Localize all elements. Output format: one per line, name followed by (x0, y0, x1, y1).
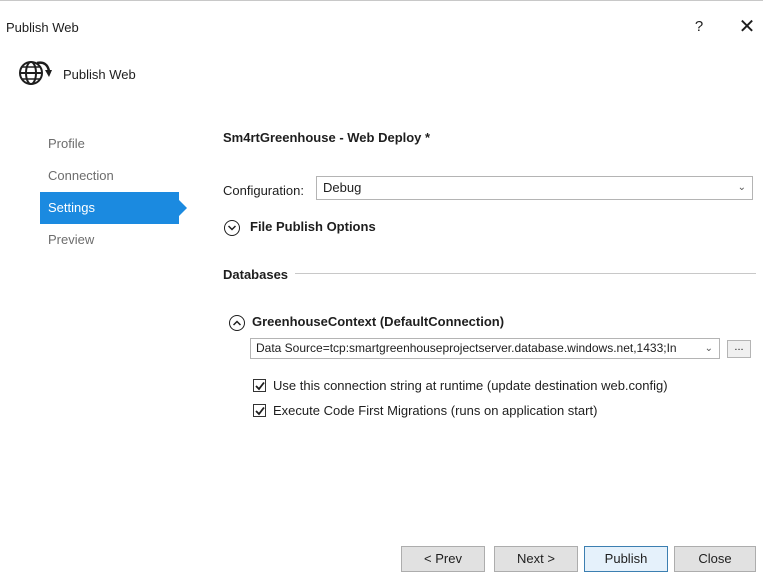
db-context-title[interactable]: GreenhouseContext (DefaultConnection) (252, 314, 504, 329)
publish-button[interactable]: Publish (584, 546, 668, 572)
profile-title: Sm4rtGreenhouse - Web Deploy * (223, 130, 431, 145)
connection-string-value: Data Source=tcp:smartgreenhouseprojectse… (256, 341, 677, 355)
prev-button[interactable]: < Prev (401, 546, 485, 572)
nav-item-label: Settings (48, 200, 95, 215)
chevron-down-icon (228, 225, 236, 231)
wizard-steps-nav: Profile Connection Settings Preview (40, 128, 200, 256)
globe-publish-icon (17, 57, 53, 89)
use-runtime-checkbox[interactable] (253, 379, 266, 392)
checkmark-icon (255, 381, 265, 391)
chevron-up-icon (233, 320, 241, 326)
connection-string-combobox[interactable]: Data Source=tcp:smartgreenhouseprojectse… (250, 338, 720, 359)
header-title: Publish Web (63, 67, 136, 82)
migrations-checkbox[interactable] (253, 404, 266, 417)
configuration-select[interactable]: Debug ⌄ (316, 176, 753, 200)
expand-file-publish-options-button[interactable] (224, 220, 240, 236)
databases-header: Databases (223, 267, 289, 282)
nav-item-label: Preview (48, 232, 95, 247)
browse-connection-button[interactable]: ... (727, 340, 751, 358)
checkmark-icon (255, 406, 265, 416)
title-bar: Publish Web ? ✕ (0, 1, 763, 45)
nav-item-profile[interactable]: Profile (40, 128, 179, 160)
collapse-db-context-button[interactable] (229, 315, 245, 331)
file-publish-options-toggle[interactable]: File Publish Options (250, 219, 376, 234)
close-button[interactable]: Close (674, 546, 756, 572)
nav-item-label: Connection (48, 168, 114, 183)
next-button[interactable]: Next > (494, 546, 578, 572)
nav-item-label: Profile (48, 136, 85, 151)
configuration-value: Debug (323, 180, 362, 195)
help-button[interactable]: ? (688, 14, 710, 40)
nav-item-settings[interactable]: Settings (40, 192, 187, 224)
nav-item-connection[interactable]: Connection (40, 160, 179, 192)
databases-divider (295, 273, 756, 274)
use-runtime-label: Use this connection string at runtime (u… (273, 378, 668, 393)
chevron-down-icon: ⌄ (737, 182, 746, 193)
wizard-header: Publish Web (0, 46, 763, 98)
chevron-down-icon: ⌄ (701, 339, 713, 358)
window-title: Publish Web (6, 20, 79, 35)
configuration-label: Configuration: (223, 183, 304, 198)
nav-item-preview[interactable]: Preview (40, 224, 179, 256)
close-window-button[interactable]: ✕ (732, 13, 762, 41)
migrations-label: Execute Code First Migrations (runs on a… (273, 403, 598, 418)
